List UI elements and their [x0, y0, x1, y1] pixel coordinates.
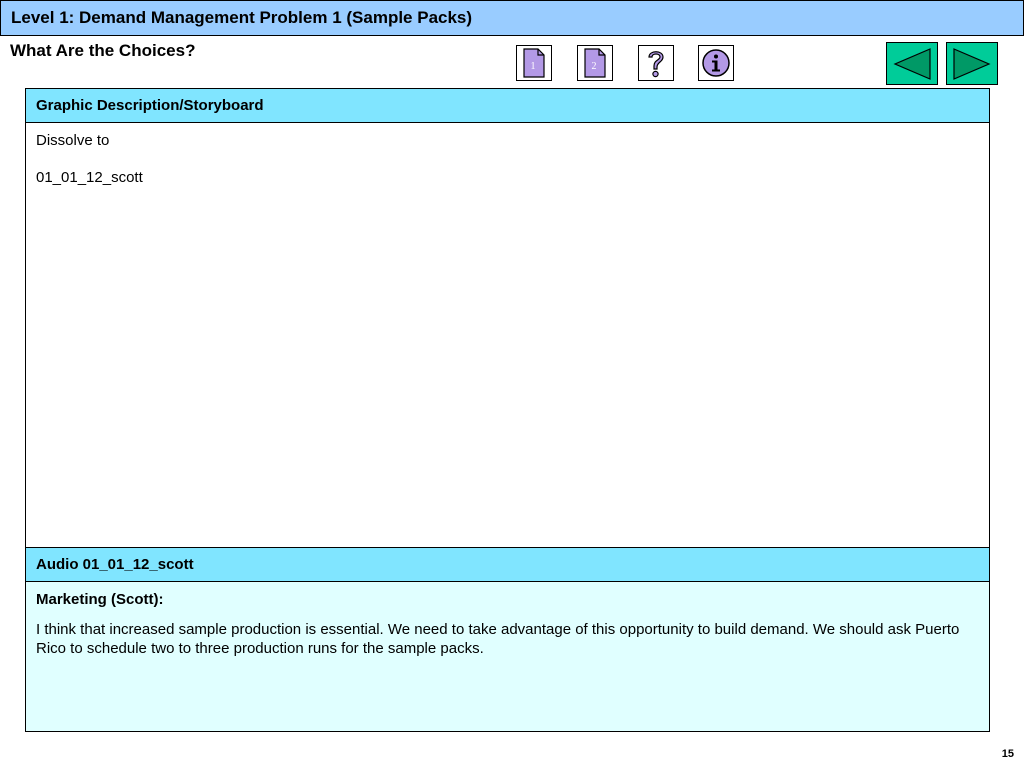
help-button[interactable]: [638, 45, 674, 81]
document-1-button[interactable]: 1: [516, 45, 552, 81]
right-arrow-icon: [953, 47, 991, 80]
forward-button[interactable]: [946, 42, 998, 85]
document-1-icon: 1: [523, 48, 545, 78]
audio-speaker: Marketing (Scott):: [36, 591, 164, 608]
info-icon: [702, 49, 730, 77]
document-1-label: 1: [531, 61, 536, 72]
info-button[interactable]: [698, 45, 734, 81]
storyboard-body: Dissolve to 01_01_12_scott: [26, 123, 989, 547]
back-button[interactable]: [886, 42, 938, 85]
storyboard-line: Dissolve to: [36, 132, 110, 149]
storyboard-header: Graphic Description/Storyboard: [26, 89, 989, 123]
page-subtitle: What Are the Choices?: [10, 41, 196, 60]
audio-body: Marketing (Scott): I think that increase…: [26, 582, 989, 731]
document-2-button[interactable]: 2: [577, 45, 613, 81]
left-arrow-icon: [893, 47, 931, 80]
document-2-icon: 2: [584, 48, 606, 78]
storyboard-clip-name: 01_01_12_scott: [36, 169, 143, 186]
page-title: Level 1: Demand Management Problem 1 (Sa…: [11, 8, 473, 27]
title-bar: Level 1: Demand Management Problem 1 (Sa…: [0, 0, 1024, 36]
document-2-label: 2: [592, 61, 597, 72]
storyboard-panel: Graphic Description/Storyboard Dissolve …: [25, 88, 990, 548]
audio-header: Audio 01_01_12_scott: [26, 548, 989, 582]
page-number: 15: [1001, 748, 1014, 760]
audio-transcript: I think that increased sample production…: [36, 621, 960, 657]
audio-panel: Audio 01_01_12_scott Marketing (Scott): …: [25, 547, 990, 732]
question-mark-icon: [648, 51, 664, 78]
